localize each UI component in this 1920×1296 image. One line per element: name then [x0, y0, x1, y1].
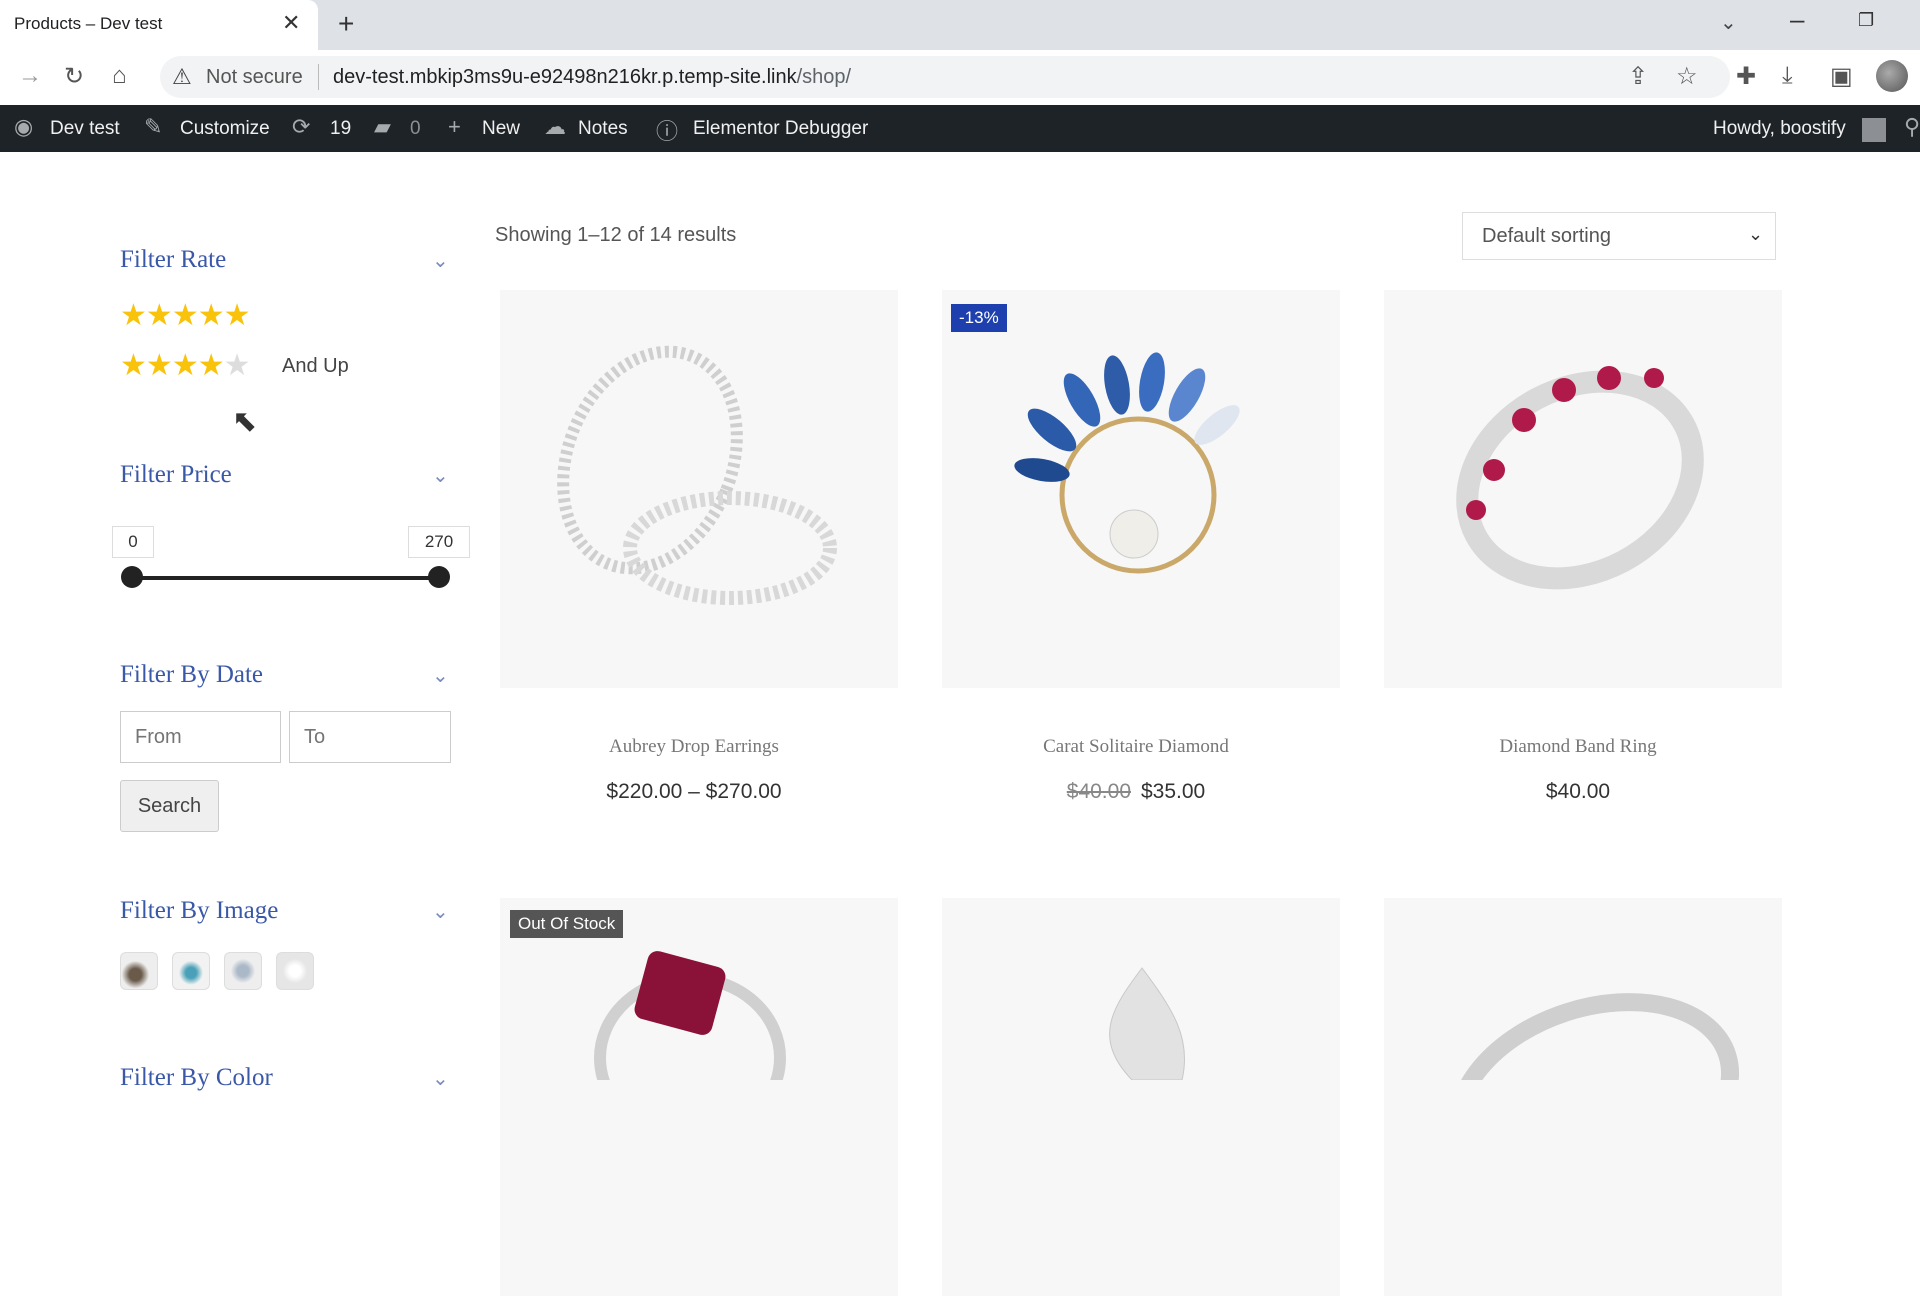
chevron-down-icon[interactable]: ⌄: [1748, 224, 1763, 245]
star-icon: ★: [120, 299, 147, 332]
new-link[interactable]: New: [482, 118, 520, 140]
price-max-value: 270: [408, 526, 470, 558]
date-to-input[interactable]: [289, 711, 451, 763]
chevron-down-icon[interactable]: ⌄: [432, 463, 449, 488]
comments-count[interactable]: 0: [410, 118, 421, 140]
extensions-icon[interactable]: ✚: [1736, 62, 1756, 91]
rating-4-stars[interactable]: ★★★★★: [120, 348, 251, 383]
search-icon[interactable]: ⚲: [1904, 114, 1920, 140]
product-name[interactable]: Diamond Band Ring: [1379, 736, 1777, 758]
product-image-ruby-ring[interactable]: [500, 898, 898, 1296]
filter-image-title[interactable]: Filter By Image: [120, 897, 278, 925]
filter-date-title[interactable]: Filter By Date: [120, 661, 263, 689]
info-icon[interactable]: ⓘ: [656, 114, 678, 146]
product-name[interactable]: Aubrey Drop Earrings: [495, 736, 893, 758]
notes-link[interactable]: Notes: [578, 118, 628, 140]
star-icon: ★: [145, 349, 173, 382]
price-min-value: 0: [112, 526, 154, 558]
image-filter-thumb[interactable]: [120, 952, 158, 990]
dashboard-icon[interactable]: ◉: [14, 114, 33, 140]
filter-rate-title[interactable]: Filter Rate: [120, 246, 226, 274]
url-text[interactable]: dev-test.mbkip3ms9u-e92498n216kr.p.temp-…: [333, 66, 851, 89]
comment-icon[interactable]: ▰: [374, 114, 391, 140]
url-path: /shop/: [796, 66, 852, 88]
sorting-select-value[interactable]: Default sorting: [1482, 225, 1611, 248]
forward-icon[interactable]: →: [18, 62, 42, 90]
new-tab-icon[interactable]: +: [338, 8, 354, 40]
star-icon: ★: [120, 349, 147, 382]
updates-count[interactable]: 19: [330, 118, 351, 140]
product-price: $40.00 $35.00: [937, 780, 1335, 804]
product-price: $220.00 – $270.00: [606, 780, 782, 803]
mouse-cursor-icon: ⬉: [232, 405, 258, 438]
filter-color-title[interactable]: Filter By Color: [120, 1064, 273, 1092]
user-avatar[interactable]: [1862, 118, 1886, 142]
admin-site-link[interactable]: Dev test: [50, 118, 120, 140]
out-of-stock-badge: Out Of Stock: [510, 910, 624, 938]
date-search-button[interactable]: Search: [120, 780, 219, 832]
filter-price-title[interactable]: Filter Price: [120, 461, 232, 489]
download-icon[interactable]: ⤓: [1782, 62, 1793, 90]
pendant-illustration: [1109, 967, 1186, 1081]
url-host: dev-test.mbkip3ms9u-e92498n216kr.p.temp-…: [333, 66, 797, 88]
price-slider-min-handle[interactable]: [121, 566, 143, 588]
ruby-ring-illustration: [1456, 366, 1704, 590]
date-from-input[interactable]: [120, 711, 281, 763]
share-icon[interactable]: ⇪: [1628, 62, 1648, 91]
tab-title: Products – Dev test: [14, 14, 163, 33]
product-price: $40.00: [1545, 780, 1611, 803]
image-filter-thumb[interactable]: [172, 952, 210, 990]
brooch-illustration: [1014, 352, 1240, 574]
brush-icon[interactable]: ✎: [144, 114, 162, 140]
restore-window-icon[interactable]: ❐: [1858, 10, 1874, 31]
chevron-down-icon[interactable]: ⌄: [432, 899, 449, 924]
minimize-icon[interactable]: –: [1790, 4, 1804, 35]
howdy-link[interactable]: Howdy, boostify: [1713, 118, 1846, 140]
product-image-diamond-band-ring[interactable]: [1384, 290, 1782, 688]
profile-avatar[interactable]: [1876, 60, 1908, 92]
and-up-label[interactable]: And Up: [282, 355, 349, 378]
price-slider-track[interactable]: [132, 576, 440, 580]
product-image-aubrey-drop-earrings[interactable]: [500, 290, 898, 688]
star-icon: ★: [223, 299, 251, 332]
customize-link[interactable]: Customize: [180, 118, 270, 140]
product-image-band-ring[interactable]: [1384, 898, 1782, 1296]
wp-admin-bar: [0, 105, 1920, 152]
image-filter-thumb[interactable]: [224, 952, 262, 990]
product-name[interactable]: Carat Solitaire Diamond: [937, 736, 1335, 758]
star-icon: ★: [171, 299, 199, 332]
star-icon: ★: [197, 299, 225, 332]
price-slider-max-handle[interactable]: [428, 566, 450, 588]
updates-icon[interactable]: ⟳: [292, 114, 310, 140]
product-image-carat-solitaire-diamond[interactable]: [942, 290, 1340, 688]
star-icon: ★: [197, 349, 225, 382]
star-icon: ★: [145, 299, 173, 332]
chevron-down-icon[interactable]: ⌄: [432, 663, 449, 688]
tab-close-icon[interactable]: ✕: [282, 10, 300, 36]
product-image-pendant[interactable]: [942, 898, 1340, 1296]
tab-search-chevron-icon[interactable]: ⌄: [1720, 10, 1737, 35]
home-icon[interactable]: ⌂: [112, 62, 127, 90]
result-count: Showing 1–12 of 14 results: [495, 224, 737, 246]
chevron-down-icon[interactable]: ⌄: [432, 248, 449, 273]
image-filter-thumb[interactable]: [276, 952, 314, 990]
rings-illustration: [557, 345, 837, 605]
rating-5-stars[interactable]: ★★★★★: [120, 298, 251, 333]
product-old-price: $40.00: [1066, 780, 1131, 803]
warning-icon[interactable]: ⚠: [172, 64, 192, 90]
address-divider: [318, 64, 319, 90]
reload-icon[interactable]: ↻: [64, 62, 84, 91]
notes-icon[interactable]: ☁: [544, 114, 566, 140]
side-panel-icon[interactable]: ▣: [1830, 62, 1853, 91]
security-label[interactable]: Not secure: [206, 66, 303, 89]
bookmark-star-icon[interactable]: ☆: [1676, 62, 1698, 91]
plus-icon[interactable]: +: [448, 114, 461, 140]
star-icon: ★: [171, 349, 199, 382]
chevron-down-icon[interactable]: ⌄: [432, 1066, 449, 1091]
band-ring-illustration: [1448, 993, 1740, 1203]
empty-star-icon: ★: [223, 349, 251, 382]
sale-badge: -13%: [951, 304, 1007, 332]
product-sale-price: $35.00: [1141, 780, 1206, 803]
elementor-debugger-link[interactable]: Elementor Debugger: [693, 118, 868, 140]
